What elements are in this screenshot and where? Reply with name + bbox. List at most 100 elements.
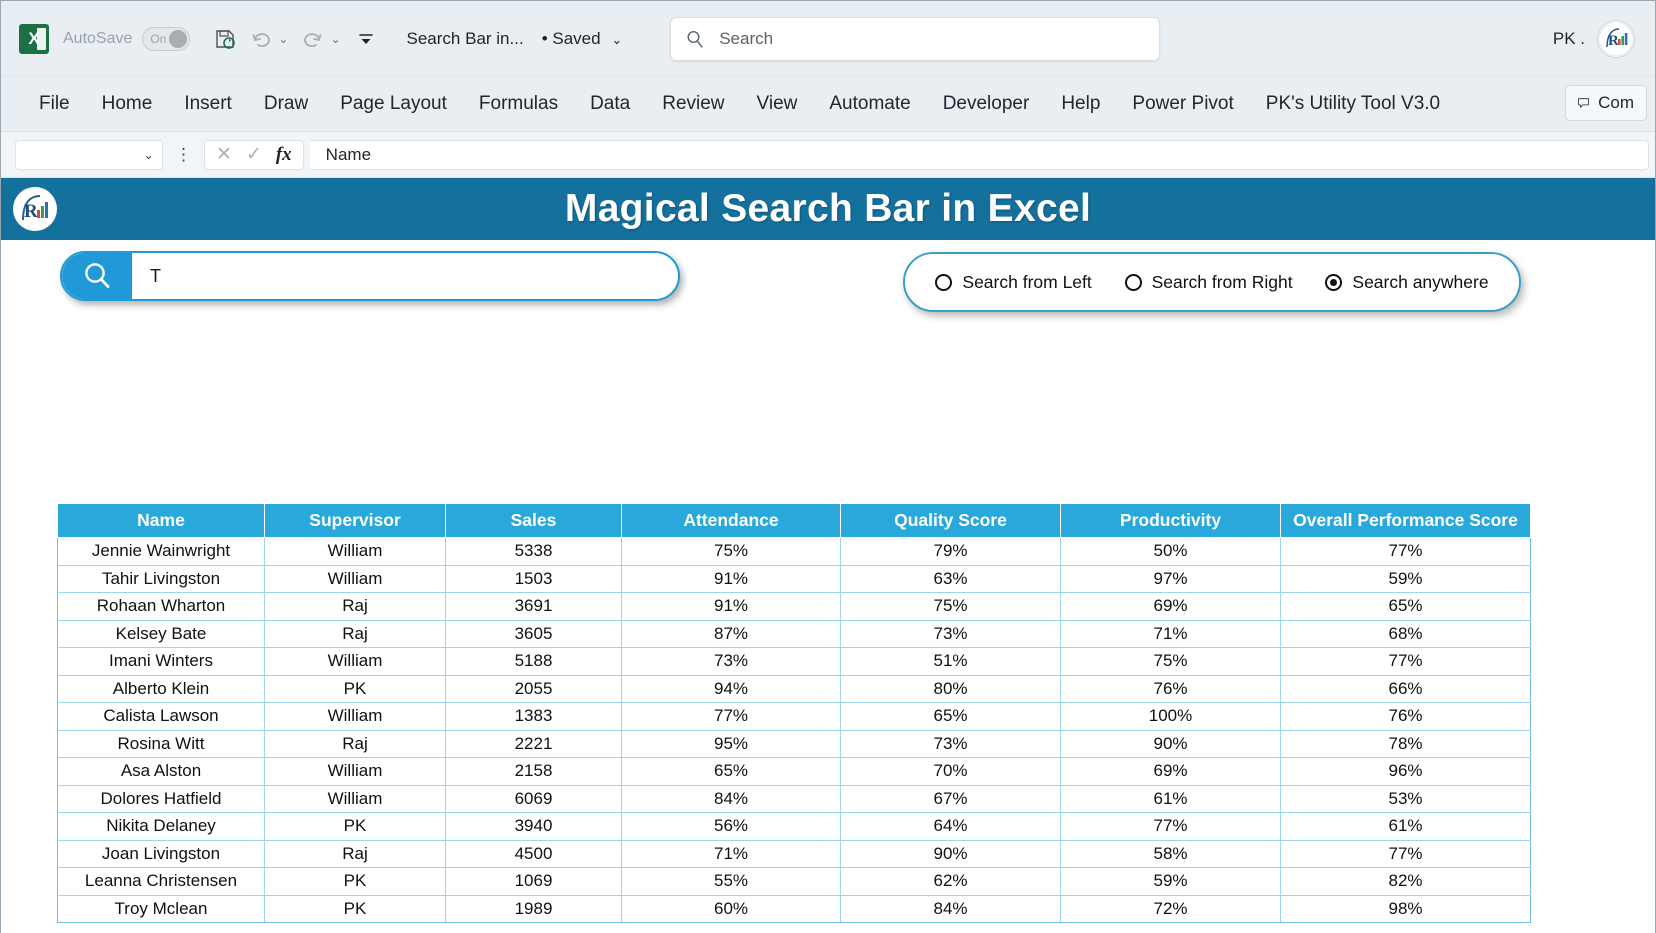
- table-cell[interactable]: PK: [265, 675, 446, 703]
- table-cell[interactable]: Rosina Witt: [58, 730, 265, 758]
- table-cell[interactable]: 70%: [841, 758, 1061, 786]
- autosave-toggle[interactable]: On: [142, 27, 190, 51]
- table-cell[interactable]: Troy Mclean: [58, 895, 265, 923]
- table-cell[interactable]: Leanna Christensen: [58, 868, 265, 896]
- table-row[interactable]: Imani WintersWilliam518873%51%75%77%: [58, 648, 1531, 676]
- table-cell[interactable]: 77%: [1281, 648, 1531, 676]
- table-cell[interactable]: 75%: [622, 538, 841, 566]
- table-cell[interactable]: Joan Livingston: [58, 840, 265, 868]
- table-cell[interactable]: 76%: [1281, 703, 1531, 731]
- table-row[interactable]: Tahir LivingstonWilliam150391%63%97%59%: [58, 565, 1531, 593]
- table-row[interactable]: Jennie WainwrightWilliam533875%79%50%77%: [58, 538, 1531, 566]
- table-cell[interactable]: Imani Winters: [58, 648, 265, 676]
- table-cell[interactable]: 90%: [841, 840, 1061, 868]
- redo-dropdown-caret-icon[interactable]: ⌄: [330, 32, 340, 46]
- table-cell[interactable]: 59%: [1061, 868, 1281, 896]
- table-cell[interactable]: 73%: [841, 620, 1061, 648]
- table-cell[interactable]: 61%: [1061, 785, 1281, 813]
- table-cell[interactable]: Rohaan Wharton: [58, 593, 265, 621]
- table-cell[interactable]: 91%: [622, 593, 841, 621]
- table-cell[interactable]: 73%: [622, 648, 841, 676]
- table-cell[interactable]: 61%: [1281, 813, 1531, 841]
- radio-search-anywhere[interactable]: Search anywhere: [1325, 272, 1488, 293]
- table-row[interactable]: Kelsey BateRaj360587%73%71%68%: [58, 620, 1531, 648]
- table-cell[interactable]: PK: [265, 895, 446, 923]
- table-cell[interactable]: 73%: [841, 730, 1061, 758]
- comments-button[interactable]: Com: [1565, 85, 1647, 121]
- table-cell[interactable]: Raj: [265, 730, 446, 758]
- table-cell[interactable]: 2221: [446, 730, 622, 758]
- ribbon-tab-view[interactable]: View: [741, 87, 814, 121]
- table-row[interactable]: Nikita DelaneyPK394056%64%77%61%: [58, 813, 1531, 841]
- table-cell[interactable]: 100%: [1061, 703, 1281, 731]
- table-cell[interactable]: William: [265, 565, 446, 593]
- table-cell[interactable]: 2055: [446, 675, 622, 703]
- table-row[interactable]: Rohaan WhartonRaj369191%75%69%65%: [58, 593, 1531, 621]
- column-header-productivity[interactable]: Productivity: [1061, 504, 1281, 538]
- column-header-name[interactable]: Name: [58, 504, 265, 538]
- column-header-sales[interactable]: Sales: [446, 504, 622, 538]
- table-cell[interactable]: 82%: [1281, 868, 1531, 896]
- table-cell[interactable]: 6069: [446, 785, 622, 813]
- table-row[interactable]: Calista LawsonWilliam138377%65%100%76%: [58, 703, 1531, 731]
- undo-dropdown-caret-icon[interactable]: ⌄: [278, 32, 288, 46]
- ribbon-tab-file[interactable]: File: [23, 87, 86, 121]
- table-cell[interactable]: Tahir Livingston: [58, 565, 265, 593]
- ribbon-tab-review[interactable]: Review: [646, 87, 740, 121]
- insert-function-icon[interactable]: fx: [276, 144, 292, 166]
- name-box[interactable]: ⌄: [15, 140, 163, 170]
- table-cell[interactable]: 91%: [622, 565, 841, 593]
- table-cell[interactable]: 87%: [622, 620, 841, 648]
- table-row[interactable]: Alberto KleinPK205594%80%76%66%: [58, 675, 1531, 703]
- table-cell[interactable]: 66%: [1281, 675, 1531, 703]
- table-cell[interactable]: 2158: [446, 758, 622, 786]
- table-cell[interactable]: William: [265, 758, 446, 786]
- ribbon-tab-page-layout[interactable]: Page Layout: [324, 87, 463, 121]
- redo-icon[interactable]: [296, 22, 330, 56]
- table-cell[interactable]: PK: [265, 813, 446, 841]
- table-cell[interactable]: 1503: [446, 565, 622, 593]
- ribbon-tab-help[interactable]: Help: [1045, 87, 1116, 121]
- table-cell[interactable]: Kelsey Bate: [58, 620, 265, 648]
- table-cell[interactable]: William: [265, 785, 446, 813]
- ribbon-tab-pk-utility-tool[interactable]: PK's Utility Tool V3.0: [1250, 87, 1456, 121]
- table-cell[interactable]: PK: [265, 868, 446, 896]
- table-cell[interactable]: William: [265, 648, 446, 676]
- table-cell[interactable]: 77%: [622, 703, 841, 731]
- table-cell[interactable]: 80%: [841, 675, 1061, 703]
- table-row[interactable]: Joan LivingstonRaj450071%90%58%77%: [58, 840, 1531, 868]
- table-cell[interactable]: 84%: [622, 785, 841, 813]
- table-cell[interactable]: 65%: [841, 703, 1061, 731]
- ribbon-tab-insert[interactable]: Insert: [168, 87, 248, 121]
- table-cell[interactable]: 77%: [1061, 813, 1281, 841]
- customize-quick-access-icon[interactable]: [349, 22, 383, 56]
- table-cell[interactable]: 96%: [1281, 758, 1531, 786]
- table-cell[interactable]: Calista Lawson: [58, 703, 265, 731]
- table-cell[interactable]: Dolores Hatfield: [58, 785, 265, 813]
- table-row[interactable]: Rosina WittRaj222195%73%90%78%: [58, 730, 1531, 758]
- table-row[interactable]: Asa AlstonWilliam215865%70%69%96%: [58, 758, 1531, 786]
- ribbon-tab-automate[interactable]: Automate: [813, 87, 926, 121]
- table-cell[interactable]: 3605: [446, 620, 622, 648]
- cancel-icon[interactable]: ✕: [216, 143, 232, 166]
- table-cell[interactable]: 75%: [841, 593, 1061, 621]
- ribbon-tab-developer[interactable]: Developer: [927, 87, 1046, 121]
- table-cell[interactable]: 1989: [446, 895, 622, 923]
- save-status[interactable]: • Saved ⌄: [542, 29, 623, 49]
- table-cell[interactable]: 95%: [622, 730, 841, 758]
- table-cell[interactable]: 3940: [446, 813, 622, 841]
- table-cell[interactable]: 75%: [1061, 648, 1281, 676]
- table-cell[interactable]: Nikita Delaney: [58, 813, 265, 841]
- table-cell[interactable]: 76%: [1061, 675, 1281, 703]
- ribbon-tab-power-pivot[interactable]: Power Pivot: [1116, 87, 1249, 121]
- search-input[interactable]: Search: [670, 17, 1160, 61]
- table-cell[interactable]: 58%: [1061, 840, 1281, 868]
- table-cell[interactable]: William: [265, 538, 446, 566]
- radio-search-from-left[interactable]: Search from Left: [935, 272, 1091, 293]
- table-cell[interactable]: 94%: [622, 675, 841, 703]
- table-cell[interactable]: 1069: [446, 868, 622, 896]
- table-cell[interactable]: 84%: [841, 895, 1061, 923]
- table-cell[interactable]: Raj: [265, 593, 446, 621]
- table-cell[interactable]: 64%: [841, 813, 1061, 841]
- table-cell[interactable]: 59%: [1281, 565, 1531, 593]
